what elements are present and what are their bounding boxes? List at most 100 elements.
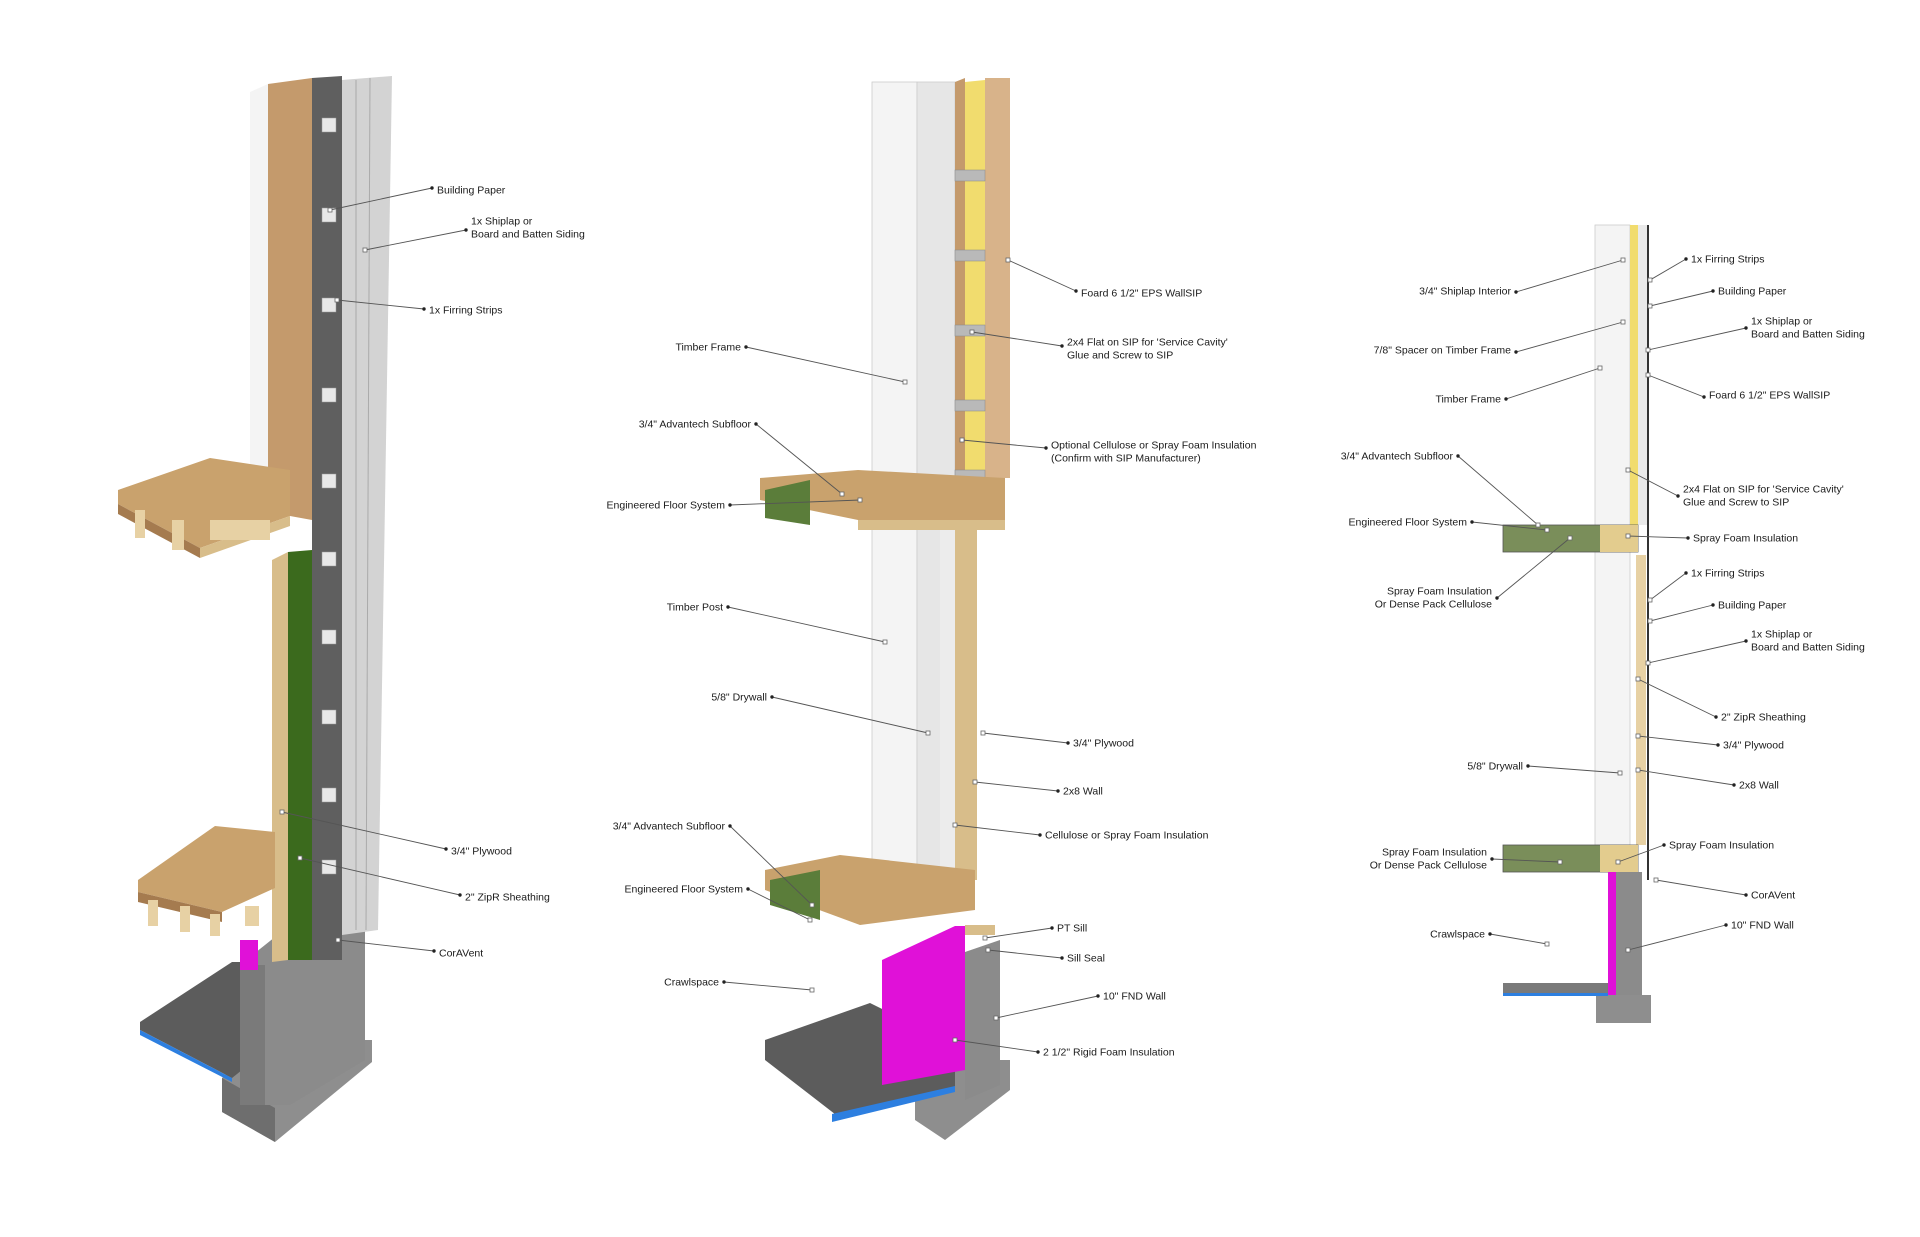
- rigid-foam: [882, 926, 965, 1085]
- callout-label: Spray Foam Insulation: [1693, 533, 1798, 545]
- detail-c-callout: 3/4" Shiplap Interior: [1419, 257, 1626, 298]
- leader-line: [1649, 572, 1687, 601]
- detail-c-callout: 10" FND Wall: [1625, 920, 1794, 953]
- leader-dot: [722, 980, 726, 984]
- leader-target: [1647, 618, 1653, 624]
- leader-line: [982, 732, 1069, 744]
- detail-c-callout: CorAVent: [1653, 877, 1795, 902]
- leader-dot: [1504, 397, 1508, 401]
- leader-target: [982, 935, 988, 941]
- callout-label: 5/8" Drywall: [711, 692, 767, 704]
- leader-target: [1557, 859, 1563, 865]
- leader-target: [334, 297, 340, 303]
- zip-sheathing: [288, 550, 312, 960]
- detail-c-callout: Building Paper: [1647, 600, 1787, 624]
- leader-dot: [1038, 833, 1042, 837]
- leader-target: [1620, 257, 1626, 263]
- callout-label: Foard 6 1/2" EPS WallSIP: [1709, 390, 1830, 402]
- detail-b-callout: Sill Seal: [985, 947, 1105, 965]
- detail-c-callout: 1x Shiplap or Board and Batten Siding: [1645, 316, 1865, 353]
- callout-label: 7/8" Spacer on Timber Frame: [1374, 345, 1512, 357]
- leader-dot: [1456, 454, 1460, 458]
- detail-b-callout: Cellulose or Spray Foam Insulation: [952, 822, 1209, 842]
- crawlspace-slab: [1503, 983, 1608, 993]
- leader-line: [974, 781, 1059, 792]
- callout-label: 1x Firring Strips: [429, 305, 503, 317]
- detail-b-callout: 10" FND Wall: [993, 991, 1166, 1021]
- callout-label: 3/4" Plywood: [451, 846, 512, 858]
- detail-b-callout: 2x8 Wall: [972, 779, 1103, 798]
- leader-dot: [1490, 857, 1494, 861]
- leader-line: [1649, 604, 1714, 622]
- leader-line: [1637, 678, 1717, 718]
- callout-label: Building Paper: [437, 185, 506, 197]
- drywall-lower: [940, 530, 955, 880]
- callout-label: Spray Foam Insulation: [1669, 840, 1774, 852]
- leader-line: [995, 995, 1099, 1019]
- leader-target: [1617, 770, 1623, 776]
- callout-label: Spray Foam Insulation Or Dense Pack Cellu…: [1375, 586, 1492, 611]
- leader-dot: [746, 887, 750, 891]
- detail-a-callout: 1x Shiplap or Board and Batten Siding: [362, 216, 585, 253]
- callout-label: Engineered Floor System: [607, 500, 726, 512]
- leader-target: [902, 379, 908, 385]
- leader-line: [1637, 735, 1719, 746]
- leader-dot: [422, 307, 426, 311]
- leader-dot: [770, 695, 774, 699]
- leader-line: [1505, 367, 1601, 400]
- callout-label: Crawlspace: [1430, 929, 1485, 941]
- callout-label: Timber Frame: [1435, 394, 1501, 406]
- detail-c-callout: 1x Shiplap or Board and Batten Siding: [1645, 629, 1865, 666]
- callout-label: 3/4" Shiplap Interior: [1419, 286, 1511, 298]
- detail-c-callout: Crawlspace: [1430, 929, 1550, 947]
- callout-label: 2" ZipR Sheathing: [1721, 712, 1806, 724]
- leader-target: [1544, 941, 1550, 947]
- callout-label: 3/4" Advantech Subfloor: [1341, 451, 1454, 463]
- sip-outer-osb: [985, 78, 1010, 478]
- leader-line: [1655, 879, 1747, 896]
- leader-target: [882, 639, 888, 645]
- leader-target: [1544, 527, 1550, 533]
- leader-dot: [1470, 520, 1474, 524]
- leader-dot: [1495, 596, 1499, 600]
- callout-label: 2" ZipR Sheathing: [465, 892, 550, 904]
- leader-line: [1647, 327, 1747, 351]
- callout-label: 10" FND Wall: [1731, 920, 1794, 932]
- callout-label: 2x4 Flat on SIP for 'Service Cavity' Glue…: [1683, 484, 1844, 509]
- callout-label: 2x8 Wall: [1739, 780, 1779, 792]
- leader-target: [952, 1037, 958, 1043]
- callout-label: CorAVent: [1751, 890, 1795, 902]
- leader-line: [1637, 769, 1735, 786]
- leader-dot: [1684, 571, 1688, 575]
- leader-dot: [754, 422, 758, 426]
- leader-line: [1647, 640, 1747, 664]
- leader-dot: [1744, 326, 1748, 330]
- leader-dot: [1514, 350, 1518, 354]
- leader-target: [985, 947, 991, 953]
- leader-dot: [464, 228, 468, 232]
- leader-dot: [1711, 289, 1715, 293]
- leader-target: [1625, 947, 1631, 953]
- leader-target: [1005, 257, 1011, 263]
- leader-dot: [1714, 715, 1718, 719]
- detail-c-callout: Spray Foam Insulation: [1625, 533, 1798, 545]
- detail-b-callout: 3/4" Plywood: [980, 730, 1134, 750]
- leader-target: [1647, 277, 1653, 283]
- callout-label: Cellulose or Spray Foam Insulation: [1045, 830, 1209, 842]
- leader-dot: [744, 345, 748, 349]
- leader-dot: [1488, 932, 1492, 936]
- callout-label: 2x4 Flat on SIP for 'Service Cavity' Glue…: [1067, 337, 1228, 362]
- leader-dot: [726, 605, 730, 609]
- detail-b-callout: Foard 6 1/2" EPS WallSIP: [1005, 257, 1202, 300]
- leader-dot: [1074, 289, 1078, 293]
- leader-dot: [432, 949, 436, 953]
- leader-target: [1615, 859, 1621, 865]
- callout-label: 2 1/2" Rigid Foam Insulation: [1043, 1047, 1175, 1059]
- leader-target: [1647, 303, 1653, 309]
- leader-dot: [1711, 603, 1715, 607]
- detail-c-callout: 1x Firring Strips: [1647, 568, 1765, 603]
- leader-target: [993, 1015, 999, 1021]
- leader-dot: [728, 503, 732, 507]
- leader-target: [297, 855, 303, 861]
- leader-dot: [1514, 290, 1518, 294]
